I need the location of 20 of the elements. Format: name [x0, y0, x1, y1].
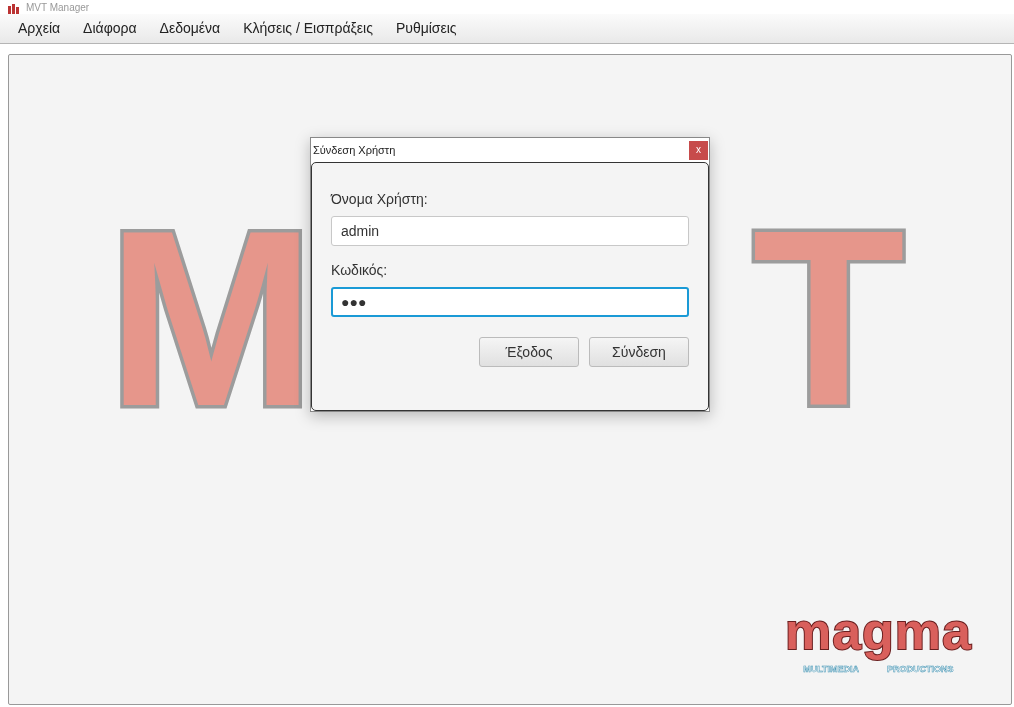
field-label: Όνομα Χρήστη: [331, 190, 429, 209]
menu-item[interactable]: Δεδομένα [149, 18, 231, 39]
field-label: Κωδικός: [331, 261, 389, 280]
dialog-title: Σύνδεση Χρήστη [313, 142, 396, 158]
username-field[interactable]: admin [331, 216, 689, 246]
window-title: MVT Manager [26, 2, 90, 14]
brand-logo-name: magma [783, 601, 973, 663]
logo-letter: T [751, 194, 906, 444]
menu-item[interactable]: Ρυθμίσεις [385, 18, 467, 39]
login-button[interactable]: Σύνδεση [589, 337, 689, 367]
menu-item[interactable]: Αρχεία [8, 18, 71, 39]
menu-item[interactable]: Διάφορα [73, 18, 147, 39]
app-icon [8, 4, 20, 14]
close-button[interactable]: x [689, 140, 708, 160]
logo-letter: M [106, 194, 317, 444]
menu-item[interactable]: Κλήσεις / Εισπράξεις [233, 18, 383, 39]
brand-logo-tagline: MULTIMEDIA [803, 662, 860, 676]
password-field[interactable]: ●●● [331, 287, 689, 317]
brand-logo-tagline: PRODUCTIONS [887, 662, 954, 676]
exit-button[interactable]: Έξοδος [479, 337, 579, 367]
